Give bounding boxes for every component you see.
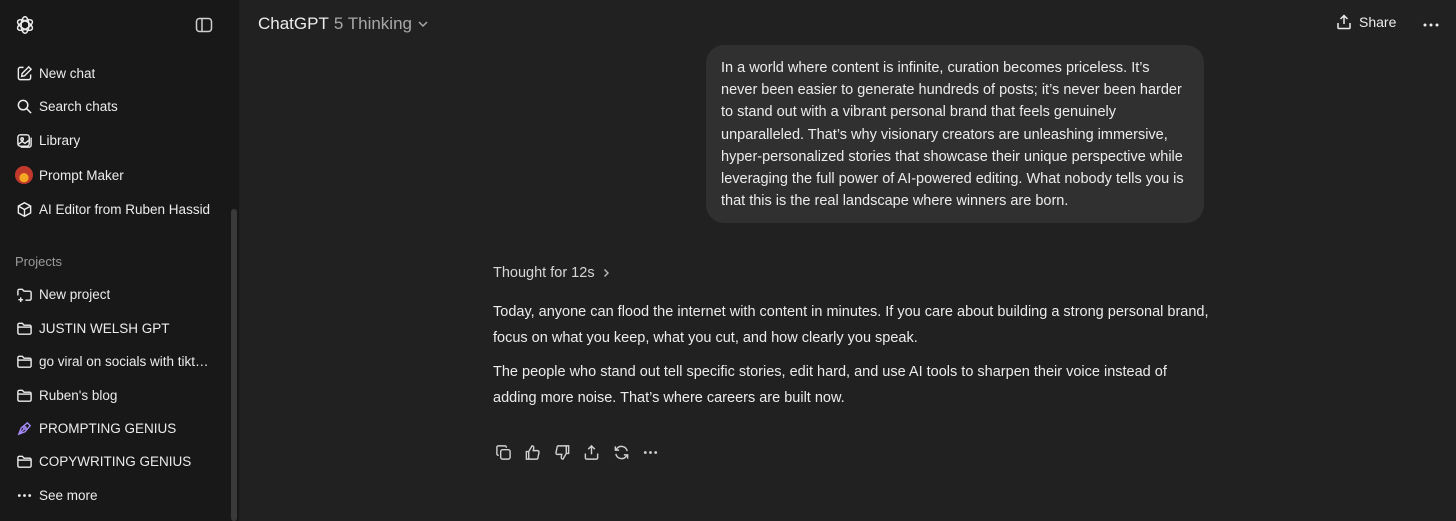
sidebar-item-see-more[interactable]: See more: [6, 480, 228, 510]
app-window: New chat Search chats Library Prompt Mak…: [0, 0, 1456, 521]
thought-label: Thought for 12s: [493, 265, 595, 281]
sidebar-item-project[interactable]: Ruben's blog: [6, 380, 228, 410]
sidebar-item-label: Search chats: [39, 98, 118, 114]
sidebar-item-label: See more: [39, 487, 98, 503]
library-icon: [15, 131, 33, 149]
sidebar-item-label: Prompt Maker: [39, 167, 124, 183]
share-icon: [1337, 14, 1351, 30]
more-options-icon[interactable]: [1422, 17, 1440, 33]
gpt-avatar: [15, 166, 33, 184]
model-selector[interactable]: ChatGPT 5 Thinking: [258, 14, 430, 34]
share-icon[interactable]: [581, 441, 603, 463]
sidebar-item-search-chats[interactable]: Search chats: [6, 91, 228, 121]
sidebar-item-label: Library: [39, 132, 81, 148]
folder-icon: [15, 452, 33, 470]
folder-icon: [15, 352, 33, 370]
assistant-message: Today, anyone can flood the internet wit…: [493, 299, 1213, 411]
sidebar-item-label: New chat: [39, 65, 96, 81]
sidebar-item-label: AI Editor from Ruben Hassid: [39, 201, 211, 217]
ellipsis-icon: [15, 486, 33, 504]
model-name: ChatGPT: [258, 14, 329, 33]
assistant-paragraph: Today, anyone can flood the internet wit…: [493, 304, 1209, 346]
regenerate-icon[interactable]: [610, 441, 632, 463]
sidebar-item-label: COPYWRITING GENIUS: [39, 453, 192, 469]
thumbs-down-icon[interactable]: [551, 441, 573, 463]
more-icon[interactable]: [640, 441, 662, 463]
sidebar-item-new-chat[interactable]: New chat: [6, 58, 228, 88]
sidebar-item-project[interactable]: JUSTIN WELSH GPT: [6, 313, 228, 343]
sidebar-item-prompt-maker[interactable]: Prompt Maker: [6, 160, 228, 190]
folder-plus-icon: [15, 285, 33, 303]
sidebar-scrollbar[interactable]: [231, 209, 237, 521]
sidebar: New chat Search chats Library Prompt Mak…: [0, 0, 240, 521]
assistant-paragraph: The people who stand out tell specific s…: [493, 364, 1167, 406]
user-message-bubble: In a world where content is infinite, cu…: [706, 45, 1204, 223]
share-label: Share: [1359, 14, 1397, 30]
sidebar-header: [0, 0, 239, 50]
copy-icon[interactable]: [492, 441, 514, 463]
sidebar-item-project[interactable]: COPYWRITING GENIUS: [6, 446, 228, 476]
sidebar-item-ai-editor[interactable]: AI Editor from Ruben Hassid: [6, 194, 228, 224]
chat-main: ChatGPT 5 Thinking Share In a world wher…: [240, 0, 1456, 521]
thought-toggle[interactable]: Thought for 12s: [493, 265, 611, 281]
chevron-down-icon: [418, 21, 428, 28]
sidebar-item-project[interactable]: go viral on socials with tikt…: [6, 346, 228, 376]
thumbs-up-icon[interactable]: [522, 441, 544, 463]
sidebar-item-label: PROMPTING GENIUS: [39, 420, 177, 436]
sidebar-item-label: Ruben's blog: [39, 387, 118, 403]
sidebar-item-label: go viral on socials with tikt…: [39, 353, 209, 369]
folder-icon: [15, 386, 33, 404]
message-actions: [492, 441, 669, 463]
search-icon: [15, 97, 33, 115]
share-button[interactable]: Share: [1336, 14, 1396, 30]
sidebar-item-new-project[interactable]: New project: [6, 279, 228, 309]
cube-icon: [15, 200, 33, 218]
sidebar-item-label: New project: [39, 286, 111, 302]
sidebar-toggle-icon[interactable]: [195, 16, 213, 34]
sidebar-item-library[interactable]: Library: [6, 125, 228, 155]
edit-icon: [15, 64, 33, 82]
chevron-right-icon: [603, 269, 609, 277]
pen-nib-icon: [15, 419, 33, 437]
projects-section-label: Projects: [15, 254, 62, 269]
model-variant: 5 Thinking: [333, 14, 412, 33]
openai-logo-icon[interactable]: [14, 14, 36, 36]
sidebar-item-label: JUSTIN WELSH GPT: [39, 320, 170, 336]
sidebar-item-project[interactable]: PROMPTING GENIUS: [6, 413, 228, 443]
folder-icon: [15, 319, 33, 337]
